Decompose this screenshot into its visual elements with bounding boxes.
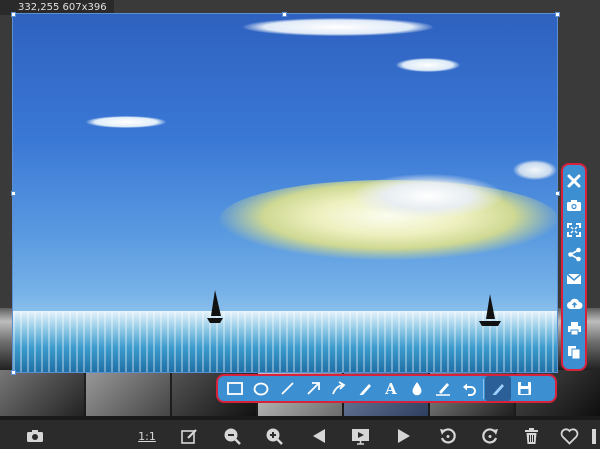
color-picker-icon[interactable] (485, 376, 511, 401)
info-icon[interactable] (588, 427, 600, 445)
rotate-left-icon[interactable] (438, 427, 458, 445)
curved-arrow-icon[interactable] (326, 376, 352, 401)
rectangle-icon[interactable] (222, 376, 248, 401)
rotate-right-icon[interactable] (480, 427, 500, 445)
zoom-in-icon[interactable] (264, 427, 284, 445)
mail-icon[interactable] (564, 269, 584, 289)
cloud-upload-icon[interactable] (564, 294, 584, 314)
edit-icon[interactable] (179, 427, 199, 445)
resize-handle-right[interactable] (555, 191, 560, 196)
cloud (86, 116, 166, 128)
blur-drop-icon[interactable] (404, 376, 430, 401)
selection-coordinates: 332,255 607x396 (0, 0, 114, 15)
cloud (353, 174, 503, 218)
favorite-icon[interactable] (559, 427, 579, 445)
thumbnail (86, 370, 170, 416)
text-icon[interactable]: A (378, 376, 404, 401)
toolbar-separator (483, 378, 484, 399)
printer-icon[interactable] (564, 318, 584, 338)
previous-icon[interactable] (309, 427, 329, 445)
arrow-icon[interactable] (300, 376, 326, 401)
ellipse-icon[interactable] (248, 376, 274, 401)
delete-icon[interactable] (521, 427, 541, 445)
fullscreen-icon[interactable] (564, 220, 584, 240)
side-toolbar (561, 163, 587, 371)
marker-icon[interactable] (430, 376, 456, 401)
cloud (513, 160, 557, 180)
camera-icon[interactable] (25, 427, 45, 445)
save-icon[interactable] (511, 376, 537, 401)
drawing-toolbar: A (216, 374, 557, 403)
zoom-out-icon[interactable] (222, 427, 242, 445)
selected-photo (13, 14, 557, 372)
line-icon[interactable] (274, 376, 300, 401)
resize-handle-left[interactable] (11, 191, 16, 196)
cloud (396, 58, 460, 72)
viewer-toolbar: 1:1 (0, 422, 600, 449)
sea (13, 311, 557, 372)
resize-handle-top-right[interactable] (555, 12, 560, 17)
camera-icon[interactable] (564, 196, 584, 216)
capture-selection[interactable] (12, 13, 558, 373)
undo-icon[interactable] (456, 376, 482, 401)
thumbnail (0, 370, 84, 416)
actual-size-label: 1:1 (138, 429, 156, 443)
cloud (243, 18, 433, 36)
resize-handle-top[interactable] (282, 12, 287, 17)
resize-handle-bottom-left[interactable] (11, 370, 16, 375)
pen-icon[interactable] (352, 376, 378, 401)
copy-icon[interactable] (564, 343, 584, 363)
resize-handle-top-left[interactable] (11, 12, 16, 17)
actual-size-button[interactable]: 1:1 (134, 427, 160, 445)
slideshow-icon[interactable] (350, 427, 370, 445)
close-icon[interactable] (564, 171, 584, 191)
share-icon[interactable] (564, 245, 584, 265)
next-icon[interactable] (394, 427, 414, 445)
sailboat (479, 294, 501, 326)
sailboat (207, 290, 223, 323)
